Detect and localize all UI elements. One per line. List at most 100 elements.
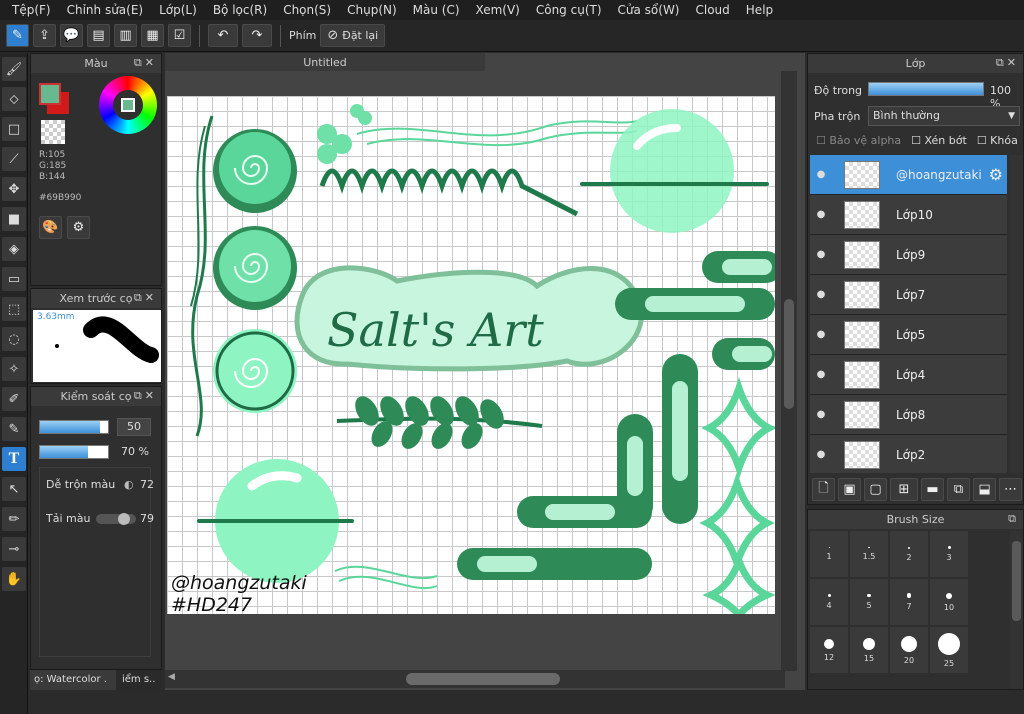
transparent-swatch[interactable] [41, 120, 65, 144]
document-tab[interactable]: Untitled [165, 53, 485, 71]
rect-tool-icon[interactable]: □ [2, 117, 26, 141]
brush-size-value[interactable]: 50 [117, 418, 151, 436]
brush-size-cell[interactable]: 1.5 [850, 531, 888, 577]
menu-item[interactable]: Tệp(F) [4, 3, 59, 17]
brush-tab-control[interactable]: iểm s.. [118, 670, 162, 690]
menu-item[interactable]: Cloud [688, 3, 738, 17]
layer-row[interactable]: ● Lớp2 [810, 435, 1007, 473]
new-folder-icon[interactable]: ▬ [921, 478, 944, 501]
divide-tool-icon[interactable]: ✏ [2, 507, 26, 531]
select-eraser-icon[interactable]: ✎ [2, 417, 26, 441]
move-tool-icon[interactable]: ✥ [2, 177, 26, 201]
layer-row[interactable]: ● Lớp5 [810, 315, 1007, 355]
duplicate-layer-icon[interactable]: ⧉ [947, 478, 970, 501]
menu-item[interactable]: Chụp(N) [339, 3, 405, 17]
canvas-vertical-scrollbar[interactable] [781, 71, 797, 671]
panel-float-close-icons[interactable]: ⧉✕ [134, 389, 157, 403]
clipping-checkbox[interactable]: ☐ Xén bớt [911, 134, 967, 147]
magic-wand-icon[interactable]: ✧ [2, 357, 26, 381]
brush-size-slider[interactable] [39, 420, 109, 434]
brush-size-cell[interactable]: 4 [810, 579, 848, 625]
layer-scrollbar[interactable] [1010, 155, 1023, 473]
layer-row[interactable]: ● Lớp8 [810, 395, 1007, 435]
foreground-swatch[interactable] [39, 83, 61, 105]
bucket-tool-icon[interactable]: ◈ [2, 237, 26, 261]
fill-rect-tool-icon[interactable]: ■ [2, 207, 26, 231]
reset-button[interactable]: ⊘ Đặt lại [320, 24, 386, 47]
hscroll-thumb[interactable] [406, 673, 560, 685]
brush-size-scroll-thumb[interactable] [1012, 541, 1021, 621]
panel-float-close-icons[interactable]: ⧉ [1008, 512, 1019, 526]
new-layer-8bit-icon[interactable]: ▣ [838, 478, 861, 501]
brush-size-cell[interactable]: 7 [890, 579, 928, 625]
note-icon[interactable]: ▤ [87, 24, 110, 47]
brush-size-cell[interactable]: 10 [930, 579, 968, 625]
visibility-eye-icon[interactable]: ● [810, 209, 832, 220]
visibility-eye-icon[interactable]: ● [810, 409, 832, 420]
scroll-left-arrow[interactable]: ◀ [168, 672, 175, 682]
protect-alpha-checkbox[interactable]: ☐ Bảo vệ alpha [816, 134, 901, 147]
rect-select-icon[interactable]: ⬚ [2, 297, 26, 321]
menu-item[interactable]: Help [738, 3, 781, 17]
merge-layer-icon[interactable]: ⬓ [973, 478, 996, 501]
menu-item[interactable]: Lớp(L) [151, 3, 205, 17]
layout-icon[interactable]: ▦ [141, 24, 164, 47]
visibility-eye-icon[interactable]: ● [810, 249, 832, 260]
color-picker-options-icon[interactable]: ⚙ [67, 216, 90, 239]
blend-mode-select[interactable]: Bình thường ▼ [868, 106, 1020, 126]
brush-opacity-slider[interactable] [39, 445, 109, 459]
stabilizer-icon[interactable]: ✎ [6, 24, 29, 47]
operation-tool-icon[interactable]: ↖ [2, 477, 26, 501]
brush-size-cell[interactable]: 1 [810, 531, 848, 577]
menu-item[interactable]: Chỉnh sửa(E) [59, 3, 152, 17]
brush-size-cell[interactable]: 5 [850, 579, 888, 625]
lasso-select-icon[interactable]: ◌ [2, 327, 26, 351]
layer-row[interactable]: ● @hoangzutaki ⚙ [810, 155, 1007, 195]
sv-square[interactable] [121, 98, 135, 112]
new-layer-icon[interactable]: 🗋 [812, 478, 835, 501]
visibility-eye-icon[interactable]: ● [810, 169, 832, 180]
visibility-eye-icon[interactable]: ● [810, 449, 832, 460]
canvas-paper[interactable]: Salt's Art @hoangzutaki #HD247 [167, 96, 775, 614]
visibility-eye-icon[interactable]: ● [810, 369, 832, 380]
layer-row[interactable]: ● Lớp4 [810, 355, 1007, 395]
panel-float-close-icons[interactable]: ⧉✕ [134, 291, 157, 305]
hand-tool-icon[interactable]: ✋ [2, 567, 26, 591]
menu-item[interactable]: Xem(V) [468, 3, 528, 17]
share-icon[interactable]: ⇪ [33, 24, 56, 47]
undo-button[interactable]: ↶ [208, 24, 238, 47]
brush-size-cell[interactable]: 25 [930, 627, 968, 673]
gradient-tool-icon[interactable]: ▭ [2, 267, 26, 291]
lock-checkbox[interactable]: ☐ Khóa [977, 134, 1018, 147]
menu-item[interactable]: Bộ lọc(R) [205, 3, 275, 17]
panel-float-close-icons[interactable]: ⧉✕ [996, 56, 1019, 70]
paint-slider[interactable] [96, 513, 136, 525]
layer-more-icon[interactable]: ⋯ [999, 478, 1022, 501]
visibility-eye-icon[interactable]: ● [810, 289, 832, 300]
eyedropper-icon[interactable]: ⊸ [2, 537, 26, 561]
polyline-tool-icon[interactable]: ⟋ [2, 147, 26, 171]
checklist-icon[interactable]: ☑ [168, 24, 191, 47]
document-icon[interactable]: ▥ [114, 24, 137, 47]
menu-item[interactable]: Cửa sổ(W) [610, 3, 688, 17]
brush-size-cell[interactable]: 3 [930, 531, 968, 577]
color-wheel[interactable] [99, 76, 157, 134]
menu-item[interactable]: Chọn(S) [275, 3, 339, 17]
layer-opacity-slider[interactable] [868, 82, 984, 96]
select-pen-icon[interactable]: ✐ [2, 387, 26, 411]
vscroll-thumb[interactable] [784, 299, 794, 409]
visibility-eye-icon[interactable]: ● [810, 329, 832, 340]
brush-tool-icon[interactable]: 🖌 [2, 57, 26, 81]
blend-knob[interactable]: ◐ [124, 478, 134, 491]
brush-size-cell[interactable]: 2 [890, 531, 928, 577]
brush-size-cell[interactable]: 20 [890, 627, 928, 673]
text-tool-icon[interactable]: T [2, 447, 26, 471]
menu-item[interactable]: Màu (C) [405, 3, 468, 17]
menu-item[interactable]: Công cụ(T) [528, 3, 610, 17]
add-layer-menu-icon[interactable]: ⊞ [890, 478, 918, 501]
eraser-tool-icon[interactable]: ⬦ [2, 87, 26, 111]
layer-row[interactable]: ● Lớp7 [810, 275, 1007, 315]
new-layer-1bit-icon[interactable]: ▢ [864, 478, 887, 501]
brush-size-scrollbar[interactable] [1010, 531, 1023, 689]
brush-tab-watercolor[interactable]: ọ: Watercolor . [30, 670, 116, 690]
